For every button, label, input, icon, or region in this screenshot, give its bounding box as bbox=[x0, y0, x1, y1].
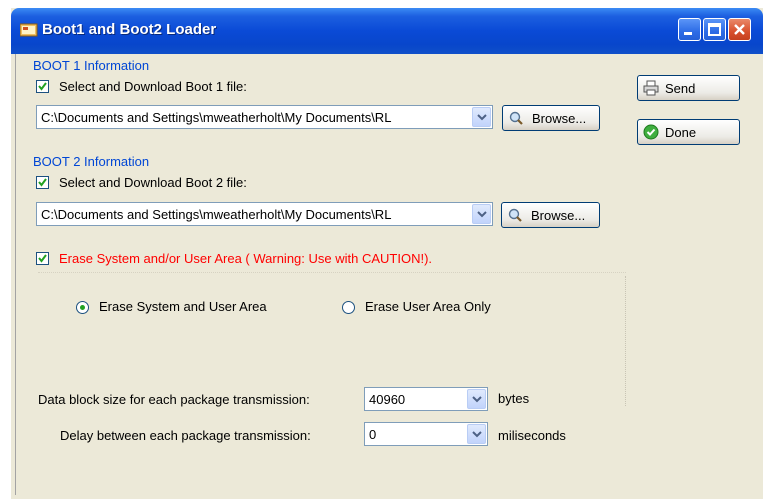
send-button[interactable]: Send bbox=[637, 75, 740, 101]
checkmark-icon bbox=[38, 178, 47, 187]
delay-label: Delay between each package transmission: bbox=[60, 428, 311, 443]
chevron-down-icon bbox=[477, 114, 487, 121]
boot1-path-combo[interactable]: C:\Documents and Settings\mweatherholt\M… bbox=[36, 105, 493, 129]
erase-warning-label: Erase System and/or User Area ( Warning:… bbox=[59, 251, 433, 266]
loader-window: Boot1 and Boot2 Loader BOOT 1 Informatio… bbox=[11, 8, 763, 499]
close-button[interactable] bbox=[728, 18, 751, 41]
boot1-browse-button[interactable]: Browse... bbox=[502, 105, 600, 131]
checkmark-icon bbox=[38, 82, 47, 91]
block-size-value: 40960 bbox=[369, 392, 406, 407]
boot2-group-label: BOOT 2 Information bbox=[33, 154, 150, 169]
boot1-path-value: C:\Documents and Settings\mweatherholt\M… bbox=[41, 110, 392, 125]
chevron-down-icon bbox=[472, 431, 482, 438]
radio-erase-user-only[interactable] bbox=[342, 301, 355, 314]
app-icon bbox=[19, 23, 38, 37]
block-size-dropdown-arrow[interactable] bbox=[467, 389, 486, 409]
chevron-down-icon bbox=[472, 396, 482, 403]
minimize-icon bbox=[684, 32, 692, 35]
done-label: Done bbox=[665, 125, 697, 140]
radio-erase-system-and-user[interactable] bbox=[76, 301, 89, 314]
boot1-checkbox-label: Select and Download Boot 1 file: bbox=[59, 79, 247, 94]
boot2-checkbox[interactable] bbox=[36, 176, 49, 189]
erase-options-separator bbox=[38, 272, 626, 273]
magnifier-icon bbox=[508, 208, 522, 222]
boot2-browse-button[interactable]: Browse... bbox=[501, 202, 600, 228]
block-size-combo[interactable]: 40960 bbox=[364, 387, 488, 411]
title-bar[interactable]: Boot1 and Boot2 Loader bbox=[11, 8, 763, 54]
boot1-group-label: BOOT 1 Information bbox=[33, 58, 150, 73]
maximize-button[interactable] bbox=[703, 18, 726, 41]
boot2-dropdown-arrow[interactable] bbox=[472, 204, 491, 224]
boot1-dropdown-arrow[interactable] bbox=[472, 107, 491, 127]
boot2-path-combo[interactable]: C:\Documents and Settings\mweatherholt\M… bbox=[36, 202, 493, 226]
maximize-icon bbox=[708, 23, 721, 36]
delay-combo[interactable]: 0 bbox=[364, 422, 488, 446]
send-label: Send bbox=[665, 81, 696, 96]
delay-value: 0 bbox=[369, 427, 377, 442]
boot2-browse-label: Browse... bbox=[531, 208, 586, 223]
radio-erase-system-and-user-label[interactable]: Erase System and User Area bbox=[99, 299, 267, 314]
block-size-label: Data block size for each package transmi… bbox=[38, 392, 310, 407]
chevron-down-icon bbox=[477, 211, 487, 218]
boot2-checkbox-label: Select and Download Boot 2 file: bbox=[59, 175, 247, 190]
delay-dropdown-arrow[interactable] bbox=[467, 424, 486, 444]
magnifier-icon bbox=[509, 111, 523, 125]
boot1-checkbox[interactable] bbox=[36, 80, 49, 93]
erase-checkbox[interactable] bbox=[36, 252, 49, 265]
delay-unit: miliseconds bbox=[498, 428, 566, 443]
erase-options-divider bbox=[625, 276, 627, 406]
dialog-client-area: BOOT 1 Information Select and Download B… bbox=[15, 54, 760, 495]
done-button[interactable]: Done bbox=[637, 119, 740, 145]
printer-icon bbox=[643, 80, 659, 96]
minimize-button[interactable] bbox=[678, 18, 701, 41]
radio-erase-user-only-label[interactable]: Erase User Area Only bbox=[365, 299, 491, 314]
checkmark-icon bbox=[38, 254, 47, 263]
block-size-unit: bytes bbox=[498, 391, 530, 406]
boot1-browse-label: Browse... bbox=[532, 111, 587, 126]
close-icon bbox=[734, 24, 745, 35]
boot2-path-value: C:\Documents and Settings\mweatherholt\M… bbox=[41, 207, 392, 222]
checkmark-circle-icon bbox=[643, 124, 659, 140]
radio-selected-dot bbox=[80, 305, 85, 310]
window-title: Boot1 and Boot2 Loader bbox=[42, 21, 217, 38]
